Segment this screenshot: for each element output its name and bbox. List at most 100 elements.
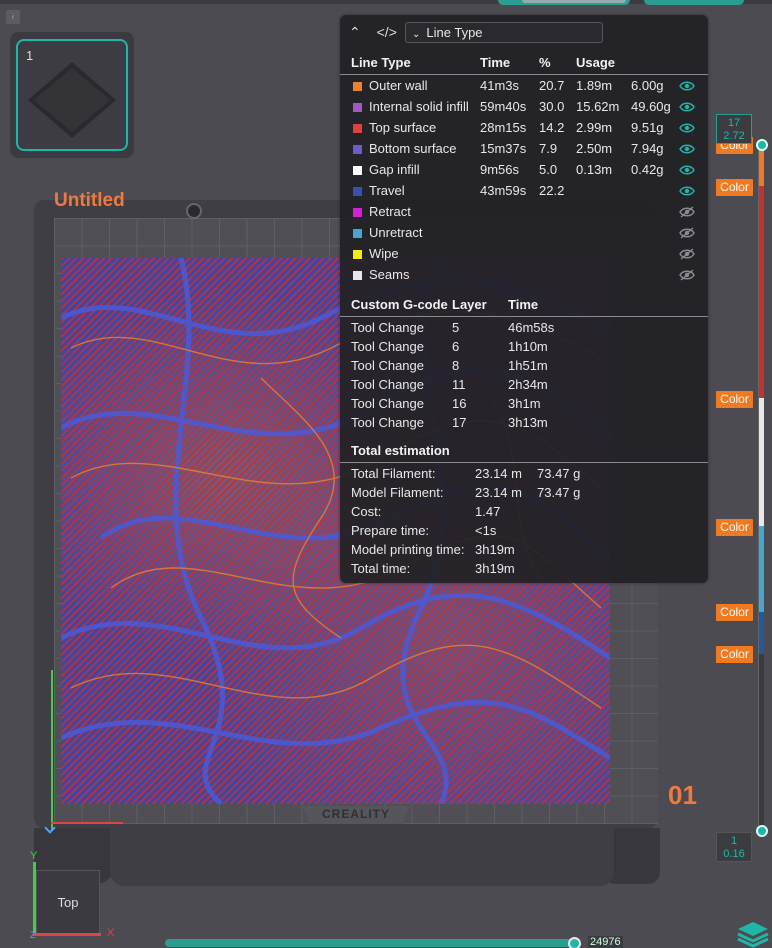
view-cube-y-label: Y	[30, 850, 38, 862]
eye-off-icon[interactable]	[679, 206, 695, 218]
line-type-name: Retract	[369, 204, 411, 219]
line-type-swatch	[353, 250, 362, 259]
gcode-time: 46m58s	[508, 320, 555, 335]
total-value: 23.14 m	[475, 466, 522, 481]
gcode-layer: 8	[452, 358, 460, 373]
line-type-swatch	[353, 82, 362, 91]
view-type-dropdown[interactable]: ⌄ Line Type	[405, 22, 603, 43]
color-change-button[interactable]: Color	[716, 604, 753, 621]
line-type-percent: 14.2	[539, 120, 565, 135]
layer-slider-bottom-handle[interactable]	[756, 825, 768, 837]
legend-header-icons: ⌃ </>	[349, 24, 397, 41]
total-label: Cost:	[351, 504, 382, 519]
color-change-button[interactable]: Color	[716, 519, 753, 536]
gcode-viewer-icon[interactable]: </>	[377, 24, 397, 40]
col-gcode-time: Time	[508, 297, 539, 312]
eye-off-icon[interactable]	[679, 269, 695, 281]
line-type-swatch	[353, 271, 362, 280]
gcode-time: 3h13m	[508, 415, 548, 430]
view-cube-z-label: Z	[30, 930, 36, 940]
brand-logo: CREALITY	[322, 807, 390, 821]
line-type-weight: 0.42g	[631, 162, 664, 177]
eye-icon[interactable]	[679, 122, 695, 134]
total-extra: 73.47 g	[537, 466, 581, 481]
eye-icon[interactable]	[679, 185, 695, 197]
move-slider-track[interactable]	[165, 939, 577, 947]
layer-segment-4	[759, 526, 764, 612]
plate-number: 01	[668, 780, 697, 810]
eye-off-icon[interactable]	[679, 227, 695, 239]
total-extra: 73.47 g	[537, 485, 581, 500]
line-type-time: 43m59s	[480, 183, 527, 198]
gcode-layer: 16	[452, 396, 467, 411]
gcode-layer: 5	[452, 320, 460, 335]
color-change-button[interactable]: Color	[716, 391, 753, 408]
view-cube-x-label: X	[107, 927, 115, 939]
total-estimation-title: Total estimation	[351, 443, 450, 458]
toolbar-button[interactable]	[498, 0, 630, 5]
total-label: Prepare time:	[351, 523, 430, 538]
color-change-button[interactable]: Color	[716, 646, 753, 663]
line-type-name: Seams	[369, 267, 410, 282]
eye-icon[interactable]	[679, 164, 695, 176]
eye-icon[interactable]	[679, 80, 695, 92]
total-value: 1.47	[475, 504, 501, 519]
line-type-time: 41m3s	[480, 78, 520, 93]
line-type-swatch	[353, 229, 362, 238]
eye-off-icon[interactable]	[679, 248, 695, 260]
layer-slider-bottom-label: 1 0.16	[716, 832, 752, 862]
line-type-name: Travel	[369, 183, 405, 198]
eye-icon[interactable]	[679, 143, 695, 155]
line-type-time: 28m15s	[480, 120, 527, 135]
line-type-percent: 20.7	[539, 78, 565, 93]
line-type-name: Gap infill	[369, 162, 420, 177]
line-type-percent: 5.0	[539, 162, 558, 177]
gcode-layer: 11	[452, 377, 466, 392]
move-slider-handle[interactable]	[568, 937, 581, 948]
chevron-down-icon: ⌄	[412, 29, 421, 40]
total-divider	[340, 462, 708, 463]
plate-title[interactable]: Untitled	[54, 190, 125, 212]
layer-slider-top-handle[interactable]	[756, 139, 768, 151]
plate-thumbnail-preview	[28, 62, 116, 138]
color-change-button[interactable]: Color	[716, 179, 753, 196]
col-percent: %	[539, 55, 551, 70]
y-axis-indicator	[51, 670, 53, 830]
line-type-name: Unretract	[369, 225, 423, 240]
total-value: 3h19m	[475, 542, 515, 557]
line-type-swatch	[353, 103, 362, 112]
line-type-name: Wipe	[369, 246, 399, 261]
layers-icon[interactable]	[736, 920, 770, 948]
gcode-name: Tool Change	[351, 358, 424, 373]
move-slider-value: 24976	[588, 936, 623, 948]
gcode-layer: 17	[452, 415, 467, 430]
legend-divider	[340, 74, 708, 75]
collapse-legend-icon[interactable]: ⌃	[349, 24, 361, 40]
line-type-name: Top surface	[369, 120, 437, 135]
line-type-time: 15m37s	[480, 141, 527, 156]
gcode-time: 1h51m	[508, 358, 548, 373]
line-type-weight: 9.51g	[631, 120, 664, 135]
build-plate-clip	[186, 203, 202, 219]
line-type-weight: 49.60g	[631, 99, 671, 114]
collapse-sidebar-icon[interactable]: ‹	[6, 10, 20, 24]
gcode-layer: 6	[452, 339, 460, 354]
line-type-length: 15.62m	[576, 99, 620, 114]
gcode-time: 2h34m	[508, 377, 548, 392]
layer-segment-5	[759, 612, 764, 654]
line-type-swatch	[353, 145, 362, 154]
line-type-percent: 7.9	[539, 141, 558, 156]
eye-icon[interactable]	[679, 101, 695, 113]
x-axis-indicator	[51, 822, 123, 824]
view-cube-label: Top	[57, 895, 79, 910]
line-type-swatch	[353, 187, 362, 196]
gcode-time: 1h10m	[508, 339, 548, 354]
col-line-type: Line Type	[351, 55, 411, 70]
total-label: Model printing time:	[351, 542, 465, 557]
line-type-percent: 22.2	[539, 183, 565, 198]
layer-segment-3	[759, 398, 764, 526]
line-type-name: Outer wall	[369, 78, 428, 93]
toolbar-button-2[interactable]	[644, 0, 744, 5]
line-type-length: 2.99m	[576, 120, 613, 135]
layer-segment-1	[759, 146, 764, 186]
